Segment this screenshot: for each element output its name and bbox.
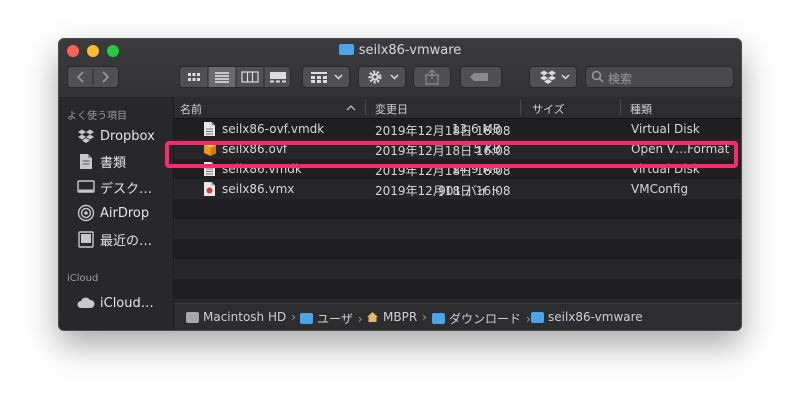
desktop-icon (77, 178, 95, 196)
path-item-home[interactable]: MBPR › (366, 310, 427, 324)
folder-icon (531, 311, 544, 323)
sidebar: よく使う項目 Dropbox 書類 デスク… AirDrop 最近の… iClo… (59, 97, 174, 330)
column-header: 名前 変更日 サイズ 種類 (174, 97, 741, 119)
window-title: seilx86-vmware (59, 43, 741, 58)
back-icon (76, 71, 84, 83)
vmx-file-icon (204, 182, 215, 196)
sidebar-item-label: iCloud… (100, 295, 154, 311)
column-size-header[interactable]: サイズ (532, 101, 565, 117)
path-item-label: ダウンロード (449, 312, 522, 326)
search-icon (591, 70, 604, 83)
gear-icon (368, 70, 382, 84)
file-name: seilx86-ovf.vmdk (222, 122, 325, 136)
finder-window: seilx86-vmware 検索 よく使う項目 Dropbox 書類 デスク…… (58, 38, 742, 331)
sidebar-item-desktop[interactable]: デスク… (77, 176, 152, 198)
home-icon (367, 312, 378, 322)
sidebar-item-label: デスク… (100, 181, 153, 197)
title-bar: seilx86-vmware 検索 (59, 39, 741, 98)
window-title-text: seilx86-vmware (358, 43, 462, 58)
dropbox-icon (540, 70, 556, 84)
gallery-view-icon (270, 72, 286, 83)
file-list: 名前 変更日 サイズ 種類 seilx86-ovf.vmdk 2019年12月1… (174, 97, 741, 319)
hard-disk-icon (186, 311, 199, 323)
path-item-label: MBPR (383, 310, 418, 324)
path-item-downloads[interactable]: ダウンロード › (432, 310, 531, 327)
icloud-header: iCloud (67, 273, 99, 284)
column-separator (365, 100, 366, 115)
group-grid-icon (311, 72, 327, 83)
cloud-icon (77, 294, 95, 312)
sidebar-item-icloud-drive[interactable]: iCloud… (77, 292, 154, 314)
folder-icon (338, 44, 354, 55)
column-separator (520, 100, 521, 115)
empty-row (174, 199, 741, 219)
back-forward-arrows (76, 69, 110, 85)
dropbox-icon (77, 127, 95, 145)
sidebar-item-label: AirDrop (100, 205, 150, 221)
file-size: 901 バイト (438, 184, 501, 198)
chevron-down-icon (334, 74, 343, 80)
downloads-folder-icon (432, 313, 445, 324)
path-item-label: Macintosh HD (203, 310, 287, 324)
sidebar-item-label: Dropbox (100, 128, 155, 144)
file-kind: Virtual Disk (631, 122, 700, 136)
sidebar-item-recents[interactable]: 最近の… (77, 228, 152, 250)
sidebar-item-airdrop[interactable]: AirDrop (77, 202, 149, 224)
empty-row (174, 259, 741, 279)
path-item-users[interactable]: ユーザ › (300, 310, 363, 327)
file-size: 13.6 MB (451, 122, 501, 136)
sidebar-item-label: 書類 (100, 155, 127, 171)
path-item-label: ユーザ (317, 312, 353, 326)
path-separator: › (422, 310, 427, 324)
file-row[interactable]: seilx86.vmx 2019年12月18日 16:08 901 バイト VM… (174, 179, 741, 199)
action-button[interactable] (358, 66, 406, 88)
view-mode-icons (188, 67, 286, 87)
vmdk-file-icon (204, 122, 215, 136)
column-view-icon (241, 71, 259, 83)
share-icon (425, 69, 439, 85)
path-separator: › (291, 310, 297, 324)
dropbox-button[interactable] (529, 66, 577, 88)
column-date-header[interactable]: 変更日 (375, 101, 408, 117)
search-field[interactable]: 検索 (585, 66, 734, 88)
share-button[interactable] (413, 66, 451, 88)
recents-icon (77, 230, 95, 248)
chevron-down-icon (561, 74, 570, 80)
tags-button[interactable] (460, 66, 502, 88)
empty-row (174, 239, 741, 259)
column-kind-header[interactable]: 種類 (630, 101, 652, 117)
highlight-annotation (165, 141, 738, 168)
sidebar-item-documents[interactable]: 書類 (77, 150, 126, 172)
document-icon (77, 152, 95, 170)
empty-row (174, 219, 741, 239)
path-item-current-folder[interactable]: seilx86-vmware (531, 310, 643, 324)
sidebar-item-dropbox[interactable]: Dropbox (77, 125, 155, 147)
column-separator (620, 100, 621, 115)
file-kind: VMConfig (631, 182, 689, 196)
sort-ascending-icon (346, 105, 356, 111)
path-item-label: seilx86-vmware (548, 310, 643, 324)
search-placeholder: 検索 (608, 72, 633, 86)
column-name-header[interactable]: 名前 (180, 101, 202, 117)
group-by-button[interactable] (302, 66, 350, 88)
icon-view-icon (188, 73, 200, 81)
file-row[interactable]: seilx86-ovf.vmdk 2019年12月18日 16:08 13.6 … (174, 119, 741, 139)
favorites-header: よく使う項目 (67, 111, 127, 122)
back-forward-control (67, 66, 119, 88)
path-item-macintosh-hd[interactable]: Macintosh HD › (186, 310, 296, 324)
forward-icon (102, 71, 110, 83)
folder-icon (300, 313, 313, 324)
airdrop-icon (77, 204, 95, 222)
path-separator: › (357, 311, 363, 326)
empty-row (174, 279, 741, 299)
view-mode-control (179, 66, 291, 88)
chevron-down-icon (390, 74, 399, 80)
tag-icon (470, 73, 488, 81)
file-name: seilx86.vmx (222, 182, 295, 196)
sidebar-item-label: 最近の… (100, 233, 153, 249)
path-bar: Macintosh HD › ユーザ › MBPR › ダウンロード › sei… (174, 303, 741, 330)
